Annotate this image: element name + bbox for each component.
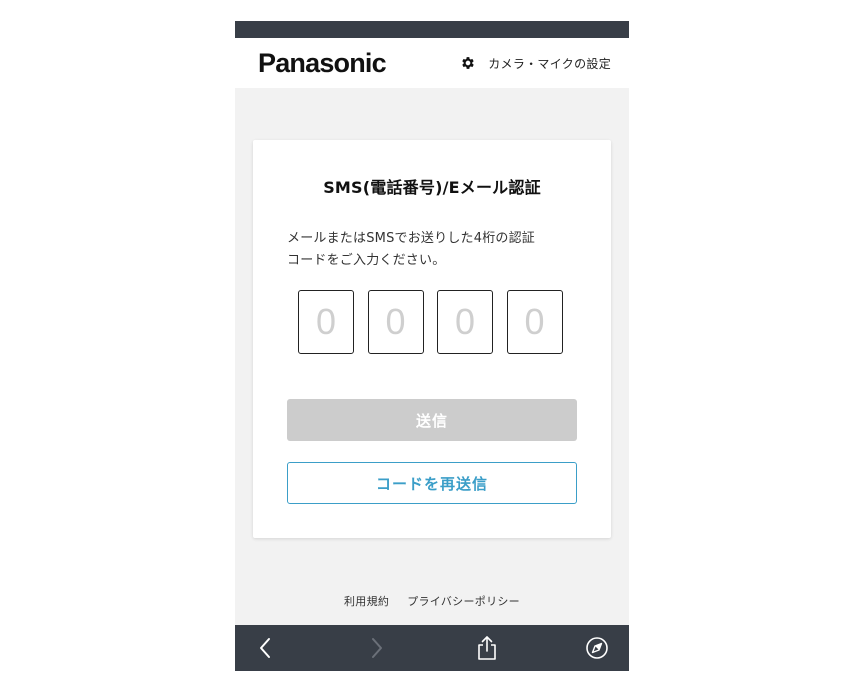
instruction-text: メールまたはSMSでお送りした4桁の認証 コードをご入力ください。 — [287, 228, 587, 272]
instruction-line-1: メールまたはSMSでお送りした4桁の認証 — [287, 231, 535, 246]
instruction-line-2: コードをご入力ください。 — [287, 253, 446, 268]
verification-card: SMS(電話番号)/Eメール認証 メールまたはSMSでお送りした4桁の認証 コー… — [253, 140, 611, 538]
privacy-policy-link[interactable]: プライバシーポリシー — [407, 593, 520, 609]
settings-label: カメラ・マイクの設定 — [488, 56, 611, 71]
footer-links: 利用規約 プライバシーポリシー — [235, 593, 629, 609]
compass-icon[interactable] — [583, 634, 611, 662]
card-title: SMS(電話番号)/Eメール認証 — [323, 178, 541, 197]
site-header: Panasonic カメラ・マイクの設定 — [235, 38, 629, 88]
camera-mic-settings-link[interactable]: カメラ・マイクの設定 — [460, 53, 611, 73]
code-digit-4-input[interactable]: 0 — [506, 290, 563, 354]
share-icon[interactable] — [473, 634, 501, 662]
code-digit-3-input[interactable]: 0 — [437, 290, 493, 354]
gear-icon — [460, 55, 476, 71]
code-digit-2-input[interactable]: 0 — [367, 290, 424, 354]
code-input-group: 0 0 0 0 — [298, 290, 563, 354]
mobile-browser-screen: Panasonic カメラ・マイクの設定 SMS(電話番号)/Eメール認証 メー… — [235, 21, 629, 671]
browser-toolbar — [235, 625, 629, 671]
footer-separator — [389, 593, 407, 609]
terms-link[interactable]: 利用規約 — [344, 593, 389, 609]
back-arrow-icon[interactable] — [251, 634, 279, 662]
resend-code-button[interactable]: コードを再送信 — [287, 462, 577, 504]
panasonic-logo[interactable]: Panasonic — [258, 46, 387, 80]
status-bar — [235, 21, 629, 38]
forward-arrow-icon[interactable] — [363, 634, 391, 662]
submit-button[interactable]: 送信 — [287, 399, 577, 441]
code-digit-1-input[interactable]: 0 — [298, 290, 354, 354]
